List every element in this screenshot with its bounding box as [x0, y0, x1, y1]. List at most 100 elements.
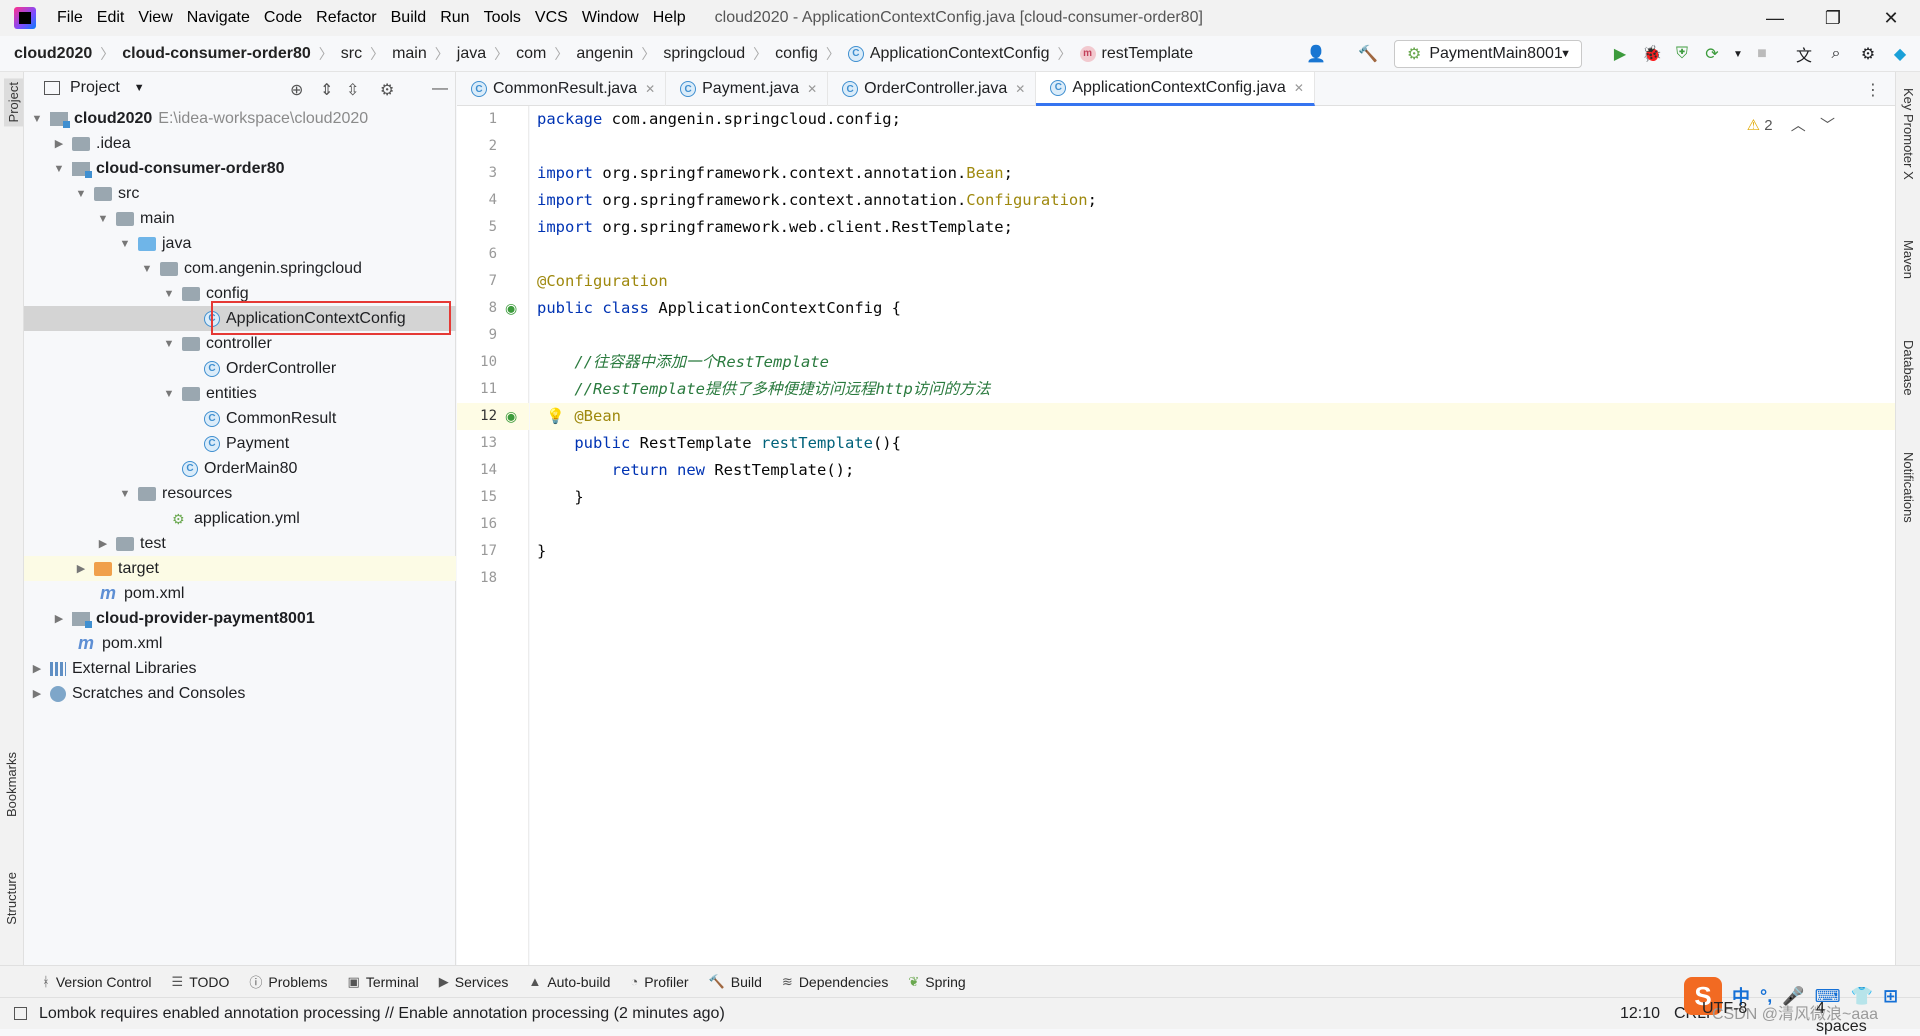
chevron-down-icon[interactable]: ▼ — [162, 338, 176, 350]
more-tabs-icon[interactable]: ⋮ — [1865, 80, 1881, 100]
crumb-main[interactable]: main — [392, 45, 427, 63]
spring-button[interactable]: ❦ Spring — [908, 974, 965, 990]
profiler-button[interactable]: ◔ Profiler — [630, 974, 688, 990]
version-control-button[interactable]: ᚼ Version Control — [42, 974, 152, 990]
tree-item-config[interactable]: ▼ config — [24, 281, 456, 306]
close-icon[interactable]: ✕ — [645, 82, 655, 96]
chevron-down-icon[interactable]: ▼ — [30, 113, 44, 125]
tree-item-cloud2020[interactable]: ▼ cloud2020 E:\idea-workspace\cloud2020 — [24, 106, 456, 131]
ime-toolbox-icon[interactable]: ⊞ — [1883, 986, 1898, 1007]
tree-item-java[interactable]: ▼ java — [24, 231, 456, 256]
menu-vcs[interactable]: VCS — [528, 9, 575, 27]
chevron-down-icon[interactable]: ▼ — [118, 488, 132, 500]
chevron-down-icon[interactable]: ▼ — [96, 213, 110, 225]
tree-item-ordercontroller[interactable]: C OrderController — [24, 356, 456, 381]
collapse-all-icon[interactable]: ⇳ — [346, 80, 359, 100]
crumb-method[interactable]: restTemplate — [1102, 45, 1194, 63]
expand-all-icon[interactable]: ⇕ — [320, 80, 333, 100]
menu-view[interactable]: View — [131, 9, 179, 27]
menu-edit[interactable]: Edit — [90, 9, 132, 27]
tree-item-pom-root[interactable]: m pom.xml — [24, 631, 456, 656]
tree-item-application-yml[interactable]: ⚙ application.yml — [24, 506, 456, 531]
run-configuration-select[interactable]: ⚙ PaymentMain8001 ▼ — [1394, 40, 1582, 68]
menu-build[interactable]: Build — [384, 9, 434, 27]
dependencies-button[interactable]: ≋ Dependencies — [782, 974, 888, 990]
menu-navigate[interactable]: Navigate — [180, 9, 257, 27]
bookmarks-tool-button[interactable]: Bookmarks — [4, 752, 19, 817]
todo-button[interactable]: ☰ TODO — [172, 974, 230, 990]
chevron-right-icon[interactable]: ▶ — [30, 687, 44, 700]
build-button[interactable]: 🔨 Build — [709, 974, 762, 990]
maven-tool-button[interactable]: Maven — [1901, 240, 1916, 279]
tree-item-applicationcontextconfig[interactable]: C ApplicationContextConfig — [24, 306, 456, 331]
crumb-src[interactable]: src — [341, 45, 362, 63]
chevron-right-icon[interactable]: ▶ — [74, 562, 88, 575]
user-icon[interactable]: 👤 — [1306, 44, 1326, 64]
chevron-down-icon[interactable]: ﹀ — [1820, 117, 1835, 134]
crumb-project[interactable]: cloud2020 — [14, 45, 92, 63]
lightbulb-icon[interactable]: 💡 — [546, 407, 565, 425]
chevron-right-icon[interactable]: ▶ — [52, 612, 66, 625]
terminal-button[interactable]: ▣ Terminal — [348, 974, 419, 990]
crumb-config[interactable]: config — [775, 45, 818, 63]
tree-item-cloud-consumer-order80[interactable]: ▼ cloud-consumer-order80 — [24, 156, 456, 181]
inspection-widget[interactable]: ⚠ 2 ︿ ﹀ — [1747, 114, 1835, 135]
chevron-down-icon[interactable]: ▼ — [162, 288, 176, 300]
tab-applicationcontextconfig[interactable]: C ApplicationContextConfig.java ✕ — [1036, 72, 1315, 106]
chevron-right-icon[interactable]: ▶ — [52, 137, 66, 150]
menu-window[interactable]: Window — [575, 9, 646, 27]
tree-item-src[interactable]: ▼ src — [24, 181, 456, 206]
file-encoding[interactable]: UTF-8 — [1702, 1000, 1747, 1018]
key-promoter-tool-button[interactable]: Key Promoter X — [1901, 88, 1916, 180]
services-button[interactable]: ▶ Services — [439, 974, 509, 990]
spring-bean-gutter-icon[interactable]: ◉ — [505, 300, 517, 317]
menu-refactor[interactable]: Refactor — [309, 9, 383, 27]
spring-bean-gutter-icon[interactable]: ◉ — [505, 408, 517, 425]
tab-payment[interactable]: C Payment.java ✕ — [666, 72, 829, 106]
tree-item-pom-order[interactable]: m pom.xml — [24, 581, 456, 606]
translate-icon[interactable]: 文 — [1794, 44, 1814, 65]
settings-gear-icon[interactable]: ⚙ — [1858, 44, 1878, 64]
tab-ordercontroller[interactable]: C OrderController.java ✕ — [828, 72, 1037, 106]
tab-commonresult[interactable]: C CommonResult.java ✕ — [457, 72, 667, 106]
structure-tool-button[interactable]: Structure — [4, 872, 19, 925]
menu-tools[interactable]: Tools — [477, 9, 528, 27]
hide-icon[interactable]: — — [432, 80, 448, 98]
locate-icon[interactable]: ⊕ — [290, 80, 303, 100]
plugin-icon[interactable]: ◆ — [1890, 44, 1910, 64]
tree-item-controller[interactable]: ▼ controller — [24, 331, 456, 356]
run-icon[interactable]: ▶ — [1610, 44, 1630, 64]
caret-position[interactable]: 12:10 — [1620, 998, 1660, 1030]
tree-item-external-libraries[interactable]: ▶ External Libraries — [24, 656, 456, 681]
close-icon[interactable]: ✕ — [1015, 82, 1025, 96]
tree-item-main[interactable]: ▼ main — [24, 206, 456, 231]
tree-item-ordermain80[interactable]: C OrderMain80 — [24, 456, 456, 481]
stop-icon[interactable]: ■ — [1752, 44, 1772, 64]
tree-item-scratches[interactable]: ▶ Scratches and Consoles — [24, 681, 456, 706]
profile-icon[interactable]: ⟳ — [1702, 44, 1722, 64]
auto-build-button[interactable]: ▲ Auto-build — [528, 974, 610, 990]
gear-icon[interactable]: ⚙ — [380, 80, 394, 100]
chevron-down-icon[interactable]: ▼ — [134, 82, 145, 94]
chevron-down-icon[interactable]: ▼ — [74, 188, 88, 200]
close-button[interactable]: ✕ — [1862, 0, 1920, 36]
crumb-module[interactable]: cloud-consumer-order80 — [122, 45, 310, 63]
close-icon[interactable]: ✕ — [1294, 81, 1304, 95]
tree-item-resources[interactable]: ▼ resources — [24, 481, 456, 506]
indent-setting[interactable]: 4 spaces — [1816, 1000, 1878, 1036]
chevron-down-icon[interactable]: ▼ — [140, 263, 154, 275]
close-icon[interactable]: ✕ — [807, 82, 817, 96]
tree-item-idea[interactable]: ▶ .idea — [24, 131, 456, 156]
tree-item-commonresult[interactable]: C CommonResult — [24, 406, 456, 431]
tree-item-entities[interactable]: ▼ entities — [24, 381, 456, 406]
chevron-right-icon[interactable]: ▶ — [96, 537, 110, 550]
crumb-class[interactable]: ApplicationContextConfig — [870, 45, 1050, 63]
crumb-com[interactable]: com — [516, 45, 546, 63]
tree-item-cloud-provider-payment8001[interactable]: ▶ cloud-provider-payment8001 — [24, 606, 456, 631]
crumb-springcloud[interactable]: springcloud — [663, 45, 745, 63]
project-panel-title[interactable]: Project — [70, 79, 120, 97]
chevron-right-icon[interactable]: ▶ — [30, 662, 44, 675]
maximize-button[interactable]: ❐ — [1804, 0, 1862, 36]
chevron-down-icon[interactable]: ▼ — [52, 163, 66, 175]
menu-help[interactable]: Help — [646, 9, 693, 27]
